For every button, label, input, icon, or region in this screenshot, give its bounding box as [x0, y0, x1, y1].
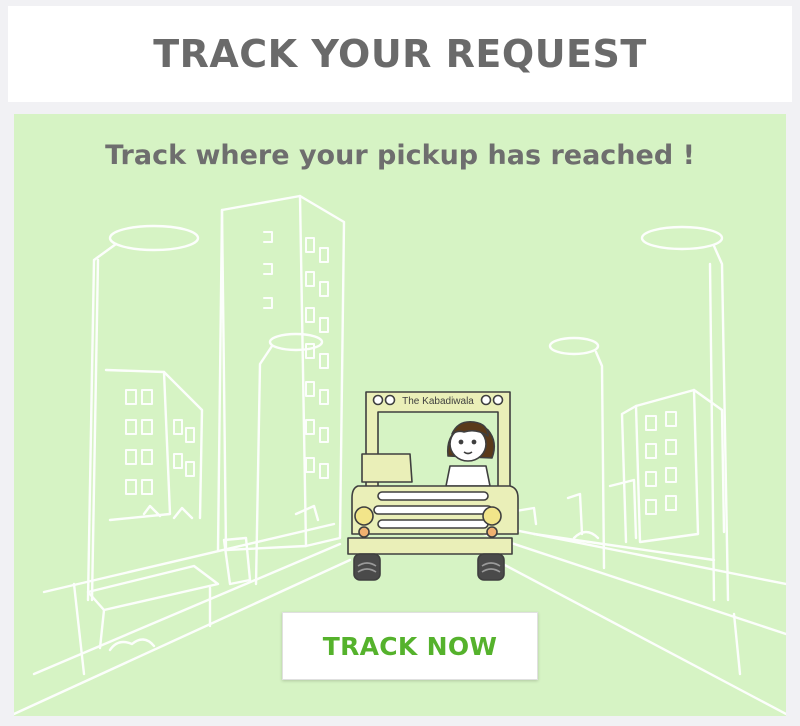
- page-title: TRACK YOUR REQUEST: [153, 32, 647, 76]
- page-header: TRACK YOUR REQUEST: [8, 6, 792, 102]
- banner-tagline: Track where your pickup has reached !: [105, 140, 695, 171]
- pickup-truck-illustration: [347, 391, 519, 581]
- track-now-button[interactable]: TRACK NOW: [282, 612, 538, 680]
- track-banner: The Kabadiwala Track where your pickup h…: [14, 114, 786, 716]
- truck-brand-label: The Kabadiwala: [402, 396, 474, 407]
